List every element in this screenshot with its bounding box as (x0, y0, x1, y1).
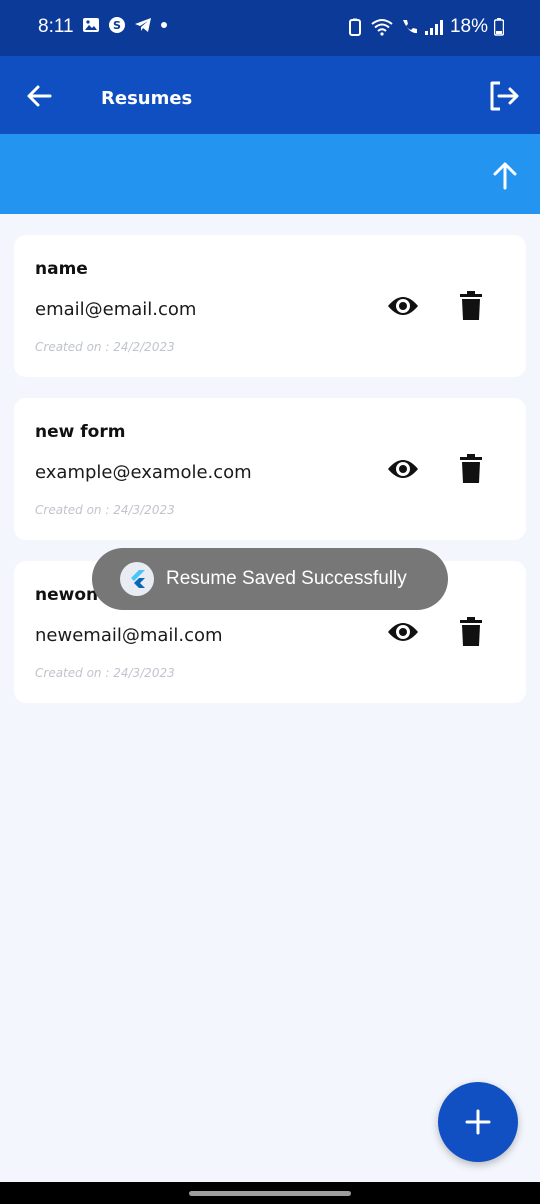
app-bar: Resumes (0, 56, 540, 134)
trash-icon (460, 291, 482, 320)
eye-icon (388, 297, 418, 315)
upload-button[interactable] (488, 158, 522, 192)
dot-icon (161, 22, 167, 28)
signal-icon (424, 20, 443, 35)
skype-icon: S (109, 17, 125, 33)
resume-email: newemail@mail.com (35, 625, 223, 646)
home-indicator[interactable] (189, 1191, 351, 1196)
eye-icon (388, 623, 418, 641)
trash-icon (460, 617, 482, 646)
view-button[interactable] (386, 454, 420, 484)
view-button[interactable] (386, 291, 420, 321)
resume-name: name (35, 259, 88, 279)
resume-created-date: Created on : 24/2/2023 (35, 340, 175, 354)
status-system-icons: 18% (346, 16, 504, 38)
gallery-icon (83, 18, 99, 32)
upload-bar (0, 134, 540, 214)
delete-button[interactable] (459, 291, 483, 321)
battery-saver-icon (348, 18, 361, 36)
svg-text:S: S (113, 19, 121, 32)
call-icon (402, 20, 417, 34)
resume-created-date: Created on : 24/3/2023 (35, 666, 175, 680)
status-notification-icons: S (82, 16, 168, 34)
resume-card[interactable]: new form example@examole.com Created on … (14, 398, 526, 540)
logout-icon (490, 81, 519, 111)
page-title: Resumes (101, 88, 193, 109)
battery-icon (494, 18, 504, 36)
logout-button[interactable] (486, 78, 522, 114)
status-bar: 8:11 S 18% (0, 0, 540, 56)
resume-name: new form (35, 422, 126, 442)
eye-icon (388, 460, 418, 478)
back-button[interactable] (22, 78, 58, 114)
trash-icon (460, 454, 482, 483)
system-nav-bar (0, 1182, 540, 1204)
add-resume-button[interactable] (438, 1082, 518, 1162)
wifi-icon (371, 19, 393, 36)
resume-email: example@examole.com (35, 462, 252, 483)
telegram-icon (135, 18, 151, 32)
status-time: 8:11 (38, 16, 74, 37)
flutter-icon (120, 562, 154, 596)
arrow-up-icon (493, 162, 517, 190)
toast: Resume Saved Successfully (92, 548, 448, 610)
view-button[interactable] (386, 617, 420, 647)
delete-button[interactable] (459, 617, 483, 647)
battery-percent: 18% (449, 16, 488, 37)
toast-message: Resume Saved Successfully (166, 568, 407, 589)
delete-button[interactable] (459, 454, 483, 484)
arrow-left-icon (27, 85, 52, 107)
resume-card[interactable]: name email@email.com Created on : 24/2/2… (14, 235, 526, 377)
resume-created-date: Created on : 24/3/2023 (35, 503, 175, 517)
resume-email: email@email.com (35, 299, 197, 320)
plus-icon (465, 1109, 491, 1135)
